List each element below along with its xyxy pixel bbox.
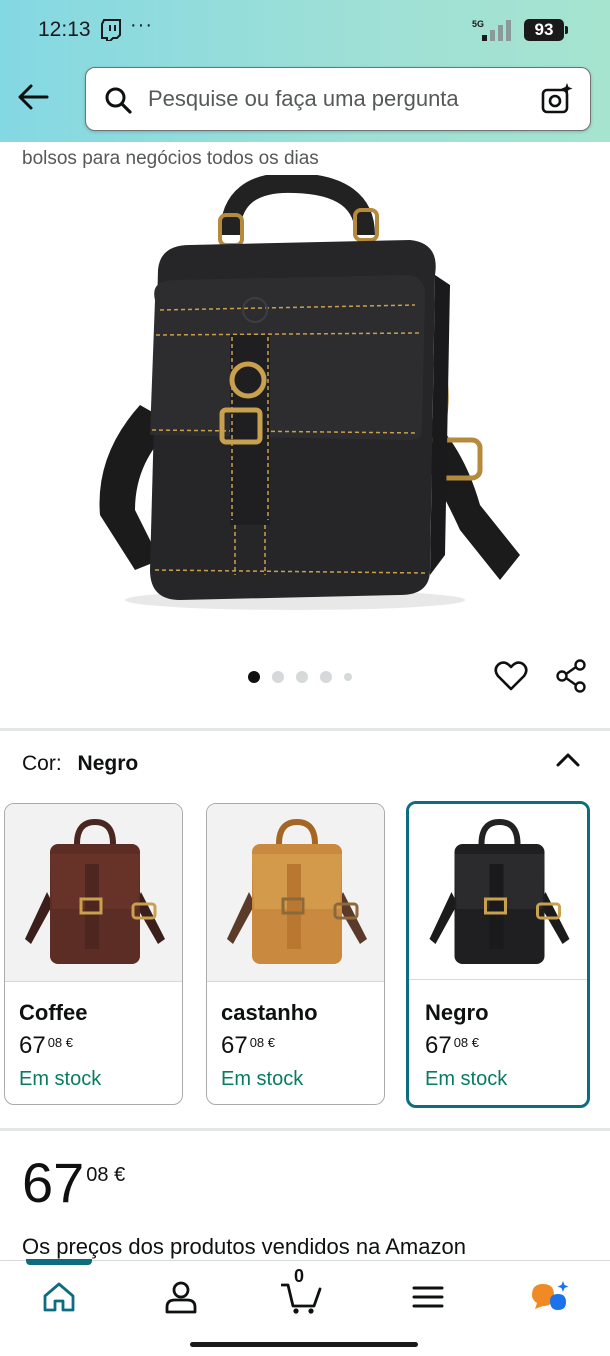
search-bar[interactable]: Pesquise ou faça uma pergunta bbox=[85, 67, 591, 131]
menu-icon[interactable] bbox=[410, 1279, 446, 1315]
negro-bag-thumbnail bbox=[429, 818, 570, 964]
product-image[interactable] bbox=[80, 175, 530, 625]
account-icon[interactable] bbox=[163, 1279, 199, 1315]
selected-color: Negro bbox=[77, 752, 139, 775]
color-option-coffee[interactable]: Coffee 67 08 € Em stock bbox=[4, 803, 183, 1105]
cart-icon[interactable] bbox=[281, 1279, 323, 1315]
option-stock: Em stock bbox=[425, 1068, 508, 1090]
carousel-dot[interactable] bbox=[272, 671, 284, 683]
header-bar: 12:13 ··· 5G 93 Pesquise ou faça uma per… bbox=[0, 0, 610, 142]
bottom-navigation: 0 bbox=[0, 1259, 610, 1334]
option-name: Coffee bbox=[19, 1000, 88, 1025]
carousel-dot[interactable] bbox=[344, 673, 352, 681]
product-title[interactable]: bolsos para negócios todos os dias bbox=[22, 148, 319, 170]
carousel-dot[interactable] bbox=[320, 671, 332, 683]
option-stock: Em stock bbox=[221, 1068, 304, 1090]
home-icon[interactable] bbox=[41, 1279, 77, 1315]
chevron-up-icon[interactable] bbox=[554, 746, 582, 774]
option-price: 67 08 € bbox=[221, 1032, 276, 1059]
option-stock: Em stock bbox=[19, 1068, 102, 1090]
signal-icon: 5G bbox=[472, 19, 511, 41]
color-option-castanho[interactable]: castanho 67 08 € Em stock bbox=[206, 803, 385, 1105]
gesture-navigation-bar[interactable] bbox=[190, 1342, 418, 1347]
option-price: 67 08 € bbox=[425, 1032, 480, 1059]
active-tab-indicator bbox=[26, 1259, 92, 1265]
section-divider bbox=[0, 728, 610, 731]
network-label: 5G bbox=[472, 19, 484, 29]
back-arrow-icon[interactable] bbox=[16, 80, 50, 114]
price-notice: Os preços dos produtos vendidos na Amazo… bbox=[22, 1234, 466, 1259]
swatch-image bbox=[207, 804, 384, 982]
color-option-negro[interactable]: Negro 67 08 € Em stock bbox=[406, 801, 590, 1108]
search-input[interactable]: Pesquise ou faça uma pergunta bbox=[148, 86, 459, 112]
castanho-bag-thumbnail bbox=[227, 818, 367, 964]
camera-lens-icon[interactable] bbox=[540, 82, 574, 116]
swatch-image bbox=[409, 804, 587, 980]
status-bar: 12:13 ··· 5G 93 bbox=[0, 0, 610, 60]
option-price: 67 08 € bbox=[19, 1032, 74, 1059]
color-selector-label: Cor: Negro bbox=[22, 752, 138, 776]
color-label: Cor: bbox=[22, 752, 62, 775]
swatch-image bbox=[5, 804, 182, 982]
carousel-dot[interactable] bbox=[248, 671, 260, 683]
search-icon bbox=[105, 87, 132, 114]
status-time: 12:13 bbox=[38, 18, 91, 41]
section-divider bbox=[0, 1128, 610, 1131]
carousel-dot[interactable] bbox=[296, 671, 308, 683]
product-price: 67 08 € bbox=[22, 1151, 126, 1214]
image-carousel-indicator bbox=[248, 668, 352, 686]
more-notifications-icon: ··· bbox=[130, 14, 153, 36]
wishlist-heart-icon[interactable] bbox=[494, 659, 528, 693]
rufus-assistant-icon[interactable] bbox=[530, 1279, 570, 1315]
share-icon[interactable] bbox=[554, 659, 588, 693]
option-name: castanho bbox=[221, 1000, 318, 1025]
battery-indicator: 93 bbox=[524, 19, 568, 41]
coffee-bag-thumbnail bbox=[25, 818, 165, 964]
option-name: Negro bbox=[425, 1000, 489, 1025]
twitch-icon bbox=[101, 19, 121, 41]
